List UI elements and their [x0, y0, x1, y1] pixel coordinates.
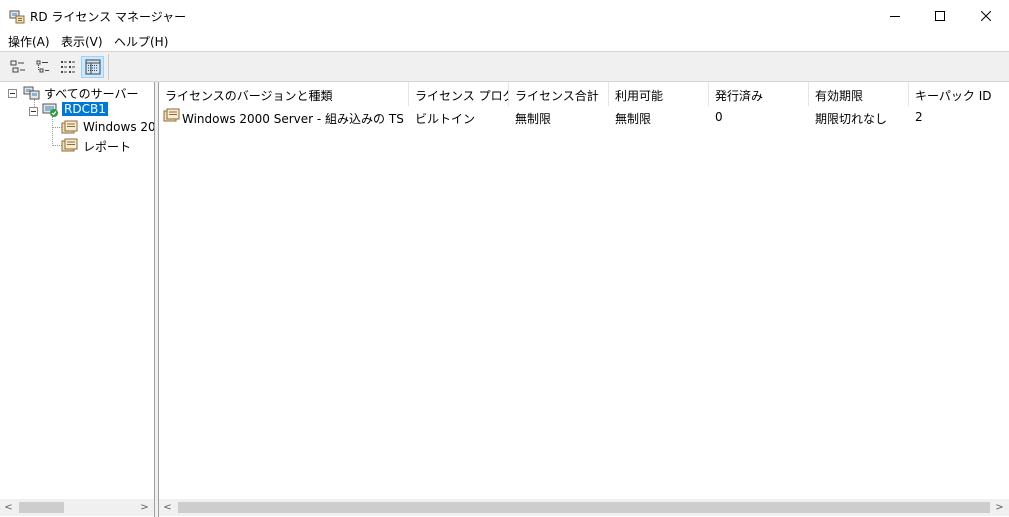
server-ok-icon — [42, 102, 60, 118]
tree-horizontal-scrollbar[interactable]: < > — [0, 499, 154, 516]
column-header-license-program[interactable]: ライセンス プログ... — [409, 82, 509, 106]
large-icons-view-icon — [10, 60, 25, 73]
report-icon — [61, 138, 79, 154]
tree-item-windows-2000[interactable]: Windows 200 — [83, 120, 154, 134]
collapse-server-toggle[interactable] — [29, 107, 38, 116]
scrollbar-thumb[interactable] — [19, 502, 64, 513]
license-pack-icon — [163, 108, 181, 124]
column-header-keypack-id[interactable]: キーパック ID — [909, 82, 1009, 106]
scrollbar-thumb[interactable] — [178, 502, 990, 513]
small-icons-view-button[interactable] — [31, 56, 54, 78]
small-icons-view-icon — [36, 60, 49, 73]
scroll-left-icon[interactable]: < — [0, 499, 17, 516]
all-servers-icon — [23, 85, 41, 101]
toolbar — [0, 51, 1009, 82]
cell-total-licenses: 無制限 — [515, 112, 552, 126]
cell-issued: 0 — [715, 110, 723, 124]
menu-help[interactable]: ヘルプ(H) — [114, 33, 168, 50]
close-button[interactable] — [963, 0, 1009, 31]
tree-item-reports[interactable]: レポート — [83, 138, 131, 155]
tree-pane[interactable]: すべてのサーバー RDCB1 Windows 200 レポート < — [0, 82, 155, 517]
column-header-expiration[interactable]: 有効期限 — [809, 82, 909, 106]
maximize-icon — [935, 10, 945, 21]
collapse-root-toggle[interactable] — [8, 89, 17, 98]
large-icons-view-button[interactable] — [6, 56, 29, 78]
tree-connector — [52, 116, 53, 146]
window-title: RD ライセンス マネージャー — [30, 10, 187, 24]
list-horizontal-scrollbar[interactable]: < > — [159, 499, 1009, 516]
cell-license-program: ビルトイン — [415, 112, 476, 126]
menu-action[interactable]: 操作(A) — [8, 33, 50, 50]
column-header-issued[interactable]: 発行済み — [709, 82, 809, 106]
list-view-button[interactable] — [56, 56, 79, 78]
column-header-license-version[interactable]: ライセンスのバージョンと種類 — [159, 82, 409, 106]
title-bar: RD ライセンス マネージャー — [0, 0, 1009, 32]
scroll-right-icon[interactable]: > — [991, 499, 1008, 516]
cell-expiration: 期限切れなし — [815, 112, 888, 126]
list-view-icon — [60, 61, 75, 73]
details-view-icon — [85, 59, 100, 75]
cell-license-version: Windows 2000 Server - 組み込みの TS CAL... — [182, 112, 408, 126]
menu-bar: 操作(A) 表示(V) ヘルプ(H) — [0, 31, 1009, 51]
minimize-icon — [890, 15, 900, 17]
menu-view[interactable]: 表示(V) — [61, 33, 103, 50]
license-pack-icon — [61, 120, 79, 136]
toolbar-separator — [108, 54, 109, 80]
scroll-left-icon[interactable]: < — [159, 499, 176, 516]
license-list-pane[interactable]: ライセンスのバージョンと種類 ライセンス プログ... ライセンス合計 利用可能… — [158, 82, 1009, 517]
details-view-button[interactable] — [81, 56, 104, 78]
maximize-button[interactable] — [917, 0, 963, 31]
tree-item-all-servers[interactable]: すべてのサーバー — [44, 85, 139, 102]
close-icon — [981, 10, 991, 21]
tree-item-server[interactable]: RDCB1 — [62, 102, 108, 116]
license-manager-icon — [9, 9, 25, 24]
scroll-right-icon[interactable]: > — [136, 499, 153, 516]
column-header-total-licenses[interactable]: ライセンス合計 — [509, 82, 609, 106]
cell-keypack-id: 2 — [915, 110, 923, 124]
cell-available: 無制限 — [615, 112, 652, 126]
minimize-button[interactable] — [872, 0, 918, 31]
column-header-available[interactable]: 利用可能 — [609, 82, 709, 106]
